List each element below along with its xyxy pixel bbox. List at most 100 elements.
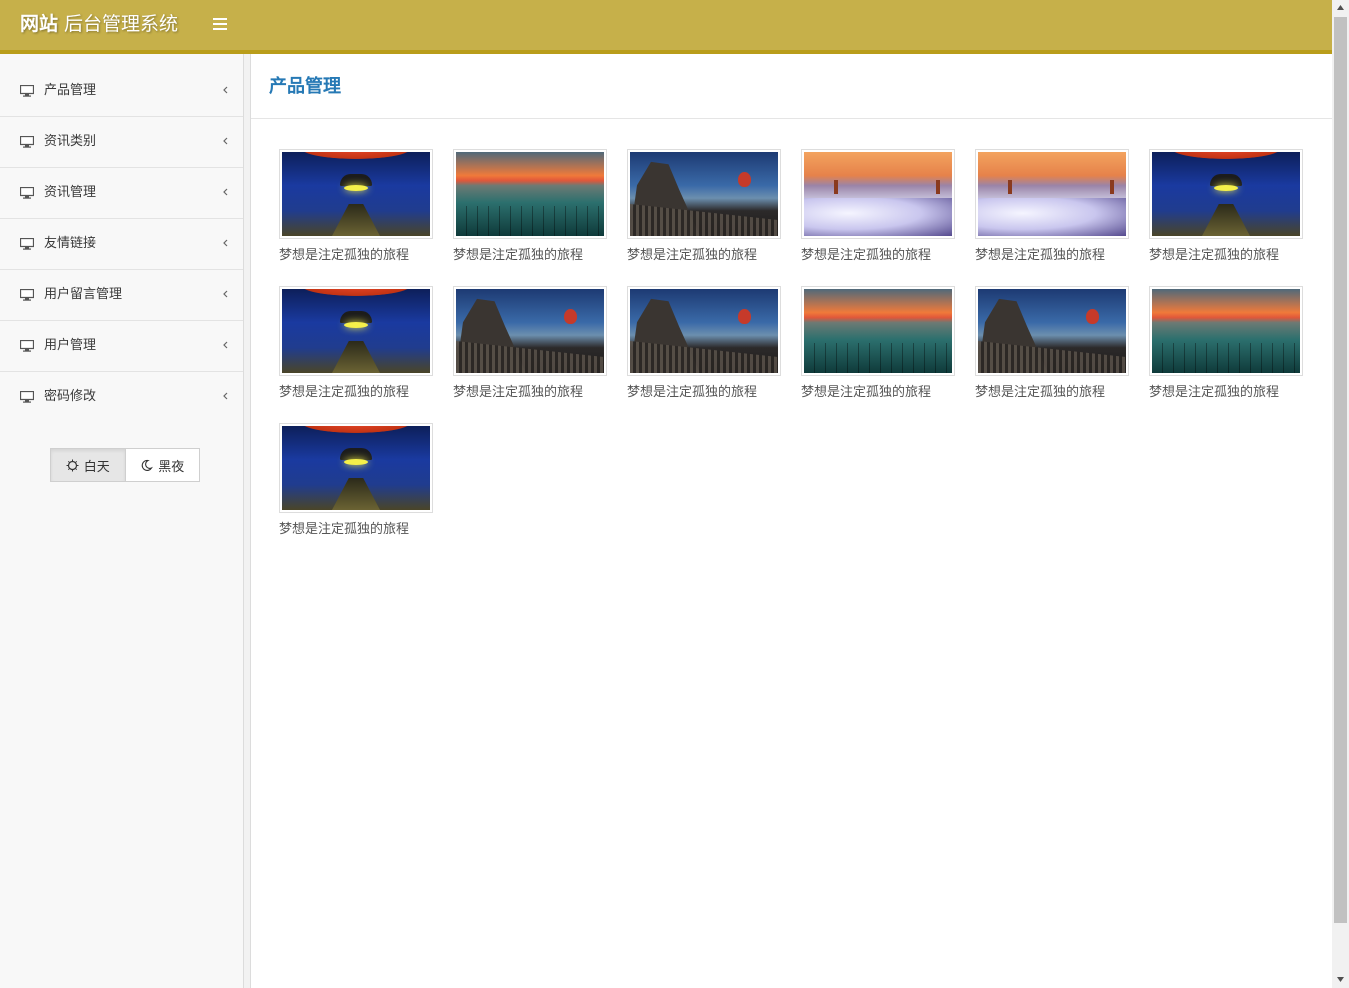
title-divider [251, 118, 1332, 119]
product-caption[interactable]: 梦想是注定孤独的旅程 [453, 247, 607, 265]
product-caption[interactable]: 梦想是注定孤独的旅程 [1149, 247, 1303, 265]
brand-rest: 后台管理系统 [58, 13, 179, 35]
chevron-left-icon [223, 290, 228, 298]
day-mode-button[interactable]: 白天 [51, 449, 126, 481]
main-content: 产品管理 梦想是注定孤独的旅程 梦想是注定孤独的旅程 梦想是注定孤独的旅程 梦想是注定… [251, 54, 1332, 988]
product-image [1152, 152, 1300, 236]
desktop-icon [20, 289, 34, 301]
sidebar: 产品管理 资讯类别 资讯管理 友情链接 用户留言管理 用户管理 密码修改 白天 … [0, 54, 244, 988]
product-caption[interactable]: 梦想是注定孤独的旅程 [975, 384, 1129, 402]
chevron-left-icon [223, 137, 228, 145]
product-card[interactable]: 梦想是注定孤独的旅程 [801, 149, 955, 265]
product-thumbnail[interactable] [627, 149, 781, 239]
product-thumbnail[interactable] [975, 286, 1129, 376]
product-card[interactable]: 梦想是注定孤独的旅程 [975, 149, 1129, 265]
product-thumbnail[interactable] [453, 149, 607, 239]
hamburger-menu-icon[interactable] [213, 18, 227, 32]
sidebar-item-news-category[interactable]: 资讯类别 [0, 117, 243, 168]
brand-title[interactable]: 网站 后台管理系统 [20, 11, 178, 37]
chevron-left-icon [223, 239, 228, 247]
product-card[interactable]: 梦想是注定孤独的旅程 [279, 149, 433, 265]
sidebar-resize-rule [244, 54, 251, 988]
product-thumbnail[interactable] [801, 149, 955, 239]
sidebar-nav: 产品管理 资讯类别 资讯管理 友情链接 用户留言管理 用户管理 密码修改 [0, 66, 243, 423]
product-image [978, 289, 1126, 373]
product-thumbnail[interactable] [627, 286, 781, 376]
moon-icon [141, 459, 154, 471]
sidebar-item-label: 资讯管理 [44, 185, 97, 200]
product-caption[interactable]: 梦想是注定孤独的旅程 [279, 521, 433, 539]
product-card[interactable]: 梦想是注定孤独的旅程 [627, 286, 781, 402]
top-header: 网站 后台管理系统 [0, 0, 1332, 54]
product-image [804, 152, 952, 236]
product-thumbnail[interactable] [279, 149, 433, 239]
product-caption[interactable]: 梦想是注定孤独的旅程 [627, 384, 781, 402]
sidebar-item-label: 密码修改 [44, 389, 97, 404]
desktop-icon [20, 391, 34, 403]
theme-toggle: 白天 黑夜 [50, 448, 200, 482]
product-card[interactable]: 梦想是注定孤独的旅程 [627, 149, 781, 265]
sidebar-item-password[interactable]: 密码修改 [0, 372, 243, 423]
product-image [456, 289, 604, 373]
product-card[interactable]: 梦想是注定孤独的旅程 [1149, 286, 1303, 402]
sidebar-item-links[interactable]: 友情链接 [0, 219, 243, 270]
product-caption[interactable]: 梦想是注定孤独的旅程 [1149, 384, 1303, 402]
product-image [630, 152, 778, 236]
product-caption[interactable]: 梦想是注定孤独的旅程 [627, 247, 781, 265]
product-image [282, 289, 430, 373]
sidebar-item-label: 用户留言管理 [44, 287, 123, 302]
sidebar-item-label: 用户管理 [44, 338, 97, 353]
desktop-icon [20, 85, 34, 97]
desktop-icon [20, 340, 34, 352]
product-caption[interactable]: 梦想是注定孤独的旅程 [453, 384, 607, 402]
product-card[interactable]: 梦想是注定孤独的旅程 [279, 423, 433, 539]
sun-icon [66, 459, 79, 471]
product-caption[interactable]: 梦想是注定孤独的旅程 [975, 247, 1129, 265]
chevron-left-icon [223, 86, 228, 94]
product-thumbnail[interactable] [1149, 286, 1303, 376]
product-card[interactable]: 梦想是注定孤独的旅程 [801, 286, 955, 402]
product-image [282, 426, 430, 510]
night-mode-label: 黑夜 [158, 459, 185, 475]
scrollbar-thumb[interactable] [1334, 17, 1347, 923]
sidebar-item-label: 产品管理 [44, 83, 97, 98]
product-thumbnail[interactable] [1149, 149, 1303, 239]
desktop-icon [20, 187, 34, 199]
product-image [282, 152, 430, 236]
desktop-icon [20, 238, 34, 250]
chevron-left-icon [223, 188, 228, 196]
product-image [1152, 289, 1300, 373]
product-image [456, 152, 604, 236]
product-image [978, 152, 1126, 236]
sidebar-item-users[interactable]: 用户管理 [0, 321, 243, 372]
product-card[interactable]: 梦想是注定孤独的旅程 [975, 286, 1129, 402]
sidebar-item-news[interactable]: 资讯管理 [0, 168, 243, 219]
chevron-left-icon [223, 341, 228, 349]
product-card[interactable]: 梦想是注定孤独的旅程 [453, 149, 607, 265]
product-caption[interactable]: 梦想是注定孤独的旅程 [279, 384, 433, 402]
product-card[interactable]: 梦想是注定孤独的旅程 [279, 286, 433, 402]
product-thumbnail[interactable] [279, 423, 433, 513]
product-card[interactable]: 梦想是注定孤独的旅程 [453, 286, 607, 402]
product-caption[interactable]: 梦想是注定孤独的旅程 [279, 247, 433, 265]
product-thumbnail[interactable] [801, 286, 955, 376]
product-card[interactable]: 梦想是注定孤独的旅程 [1149, 149, 1303, 265]
product-thumbnail[interactable] [279, 286, 433, 376]
product-thumbnail[interactable] [453, 286, 607, 376]
day-mode-label: 白天 [83, 459, 110, 475]
product-caption[interactable]: 梦想是注定孤独的旅程 [801, 384, 955, 402]
product-thumbnail[interactable] [975, 149, 1129, 239]
vertical-scrollbar[interactable] [1332, 0, 1349, 988]
sidebar-item-label: 友情链接 [44, 236, 97, 251]
scroll-down-icon[interactable] [1336, 975, 1345, 983]
sidebar-item-product[interactable]: 产品管理 [0, 66, 243, 117]
product-caption[interactable]: 梦想是注定孤独的旅程 [801, 247, 955, 265]
scroll-up-icon[interactable] [1336, 4, 1345, 12]
sidebar-item-label: 资讯类别 [44, 134, 97, 149]
night-mode-button[interactable]: 黑夜 [125, 449, 199, 481]
desktop-icon [20, 136, 34, 148]
brand-bold: 网站 [20, 13, 59, 35]
sidebar-item-messages[interactable]: 用户留言管理 [0, 270, 243, 321]
page-title: 产品管理 [269, 76, 341, 97]
product-image [804, 289, 952, 373]
